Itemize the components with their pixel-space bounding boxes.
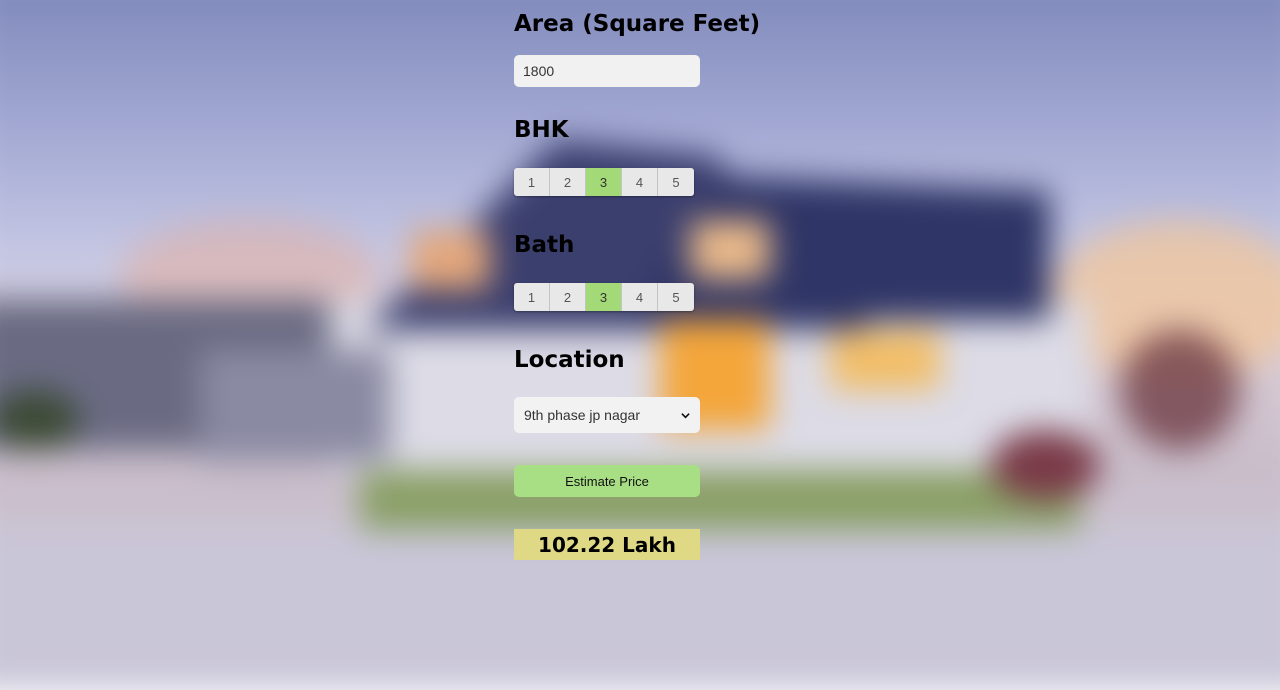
house-background-image (0, 0, 1280, 690)
bhk-option-4[interactable]: 4 (622, 168, 658, 196)
bath-option-2[interactable]: 2 (550, 283, 586, 311)
bath-label: Bath (514, 232, 575, 258)
area-input[interactable] (514, 55, 700, 87)
area-label: Area (Square Feet) (514, 11, 761, 37)
bath-option-3[interactable]: 3 (586, 283, 622, 311)
bhk-label: BHK (514, 117, 569, 143)
bath-switch: 1 2 3 4 5 (514, 283, 694, 311)
bhk-option-2[interactable]: 2 (550, 168, 586, 196)
estimate-price-button[interactable]: Estimate Price (514, 465, 700, 497)
bath-option-1[interactable]: 1 (514, 283, 550, 311)
location-selected-value: 9th phase jp nagar (524, 407, 640, 423)
location-select[interactable]: 9th phase jp nagar (514, 397, 700, 433)
bhk-option-1[interactable]: 1 (514, 168, 550, 196)
chevron-down-icon (681, 412, 690, 418)
bhk-option-5[interactable]: 5 (658, 168, 694, 196)
bath-option-4[interactable]: 4 (622, 283, 658, 311)
bhk-option-3[interactable]: 3 (586, 168, 622, 196)
bhk-switch: 1 2 3 4 5 (514, 168, 694, 196)
estimated-price-result: 102.22 Lakh (514, 529, 700, 560)
bath-option-5[interactable]: 5 (658, 283, 694, 311)
location-label: Location (514, 347, 625, 373)
